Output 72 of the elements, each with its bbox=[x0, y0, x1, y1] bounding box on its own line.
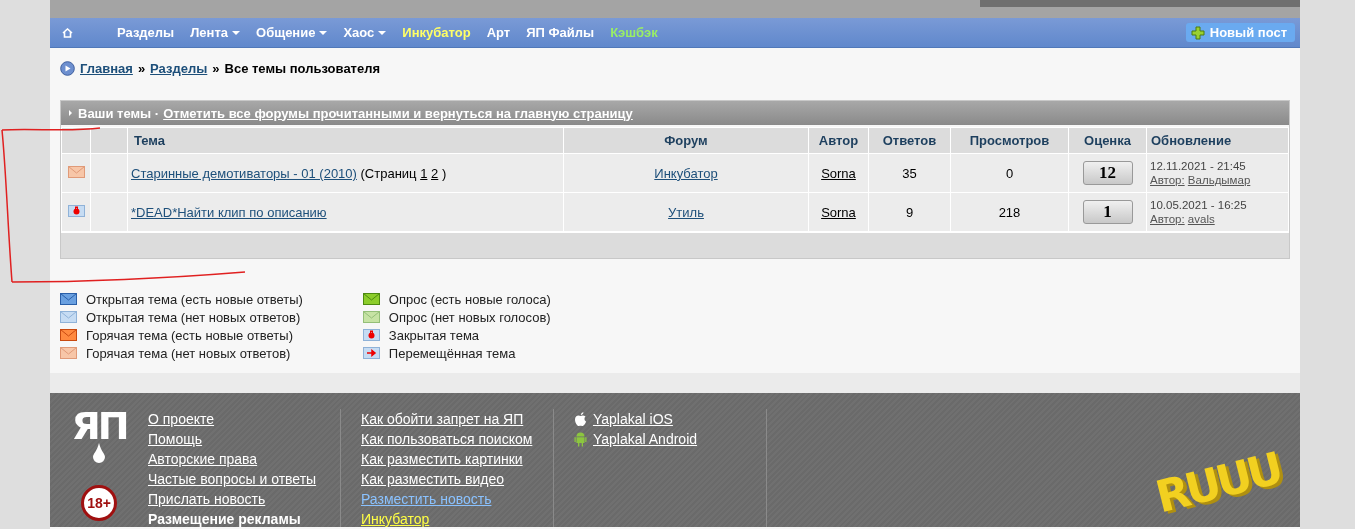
footer-link[interactable]: Yaplakal iOS bbox=[574, 409, 746, 429]
column-header: Форум bbox=[563, 127, 809, 154]
footer-link[interactable]: Авторские права bbox=[148, 449, 320, 469]
column-header: Автор bbox=[808, 127, 869, 154]
column-header: Ответов bbox=[868, 127, 951, 154]
forum-link[interactable]: Инкубатор bbox=[654, 165, 718, 181]
legend-label: Горячая тема (есть новые ответы) bbox=[86, 327, 293, 343]
page-link[interactable]: 1 bbox=[420, 165, 428, 181]
column-header: Оценка bbox=[1068, 127, 1147, 154]
nav-dropdown[interactable]: Хаос bbox=[343, 25, 387, 40]
topic-link[interactable]: *DEAD*Найти клип по описанию bbox=[131, 204, 327, 220]
android-icon bbox=[574, 431, 587, 447]
footer-link[interactable]: Как разместить видео bbox=[361, 469, 533, 489]
nav-link[interactable]: ЯП Файлы bbox=[526, 25, 595, 40]
age-rating-badge: 18+ bbox=[81, 485, 117, 521]
apple-icon bbox=[574, 411, 587, 427]
footer-link[interactable]: Размещение рекламы bbox=[148, 509, 320, 527]
forum-link[interactable]: Утиль bbox=[668, 204, 704, 220]
views-cell: 218 bbox=[950, 192, 1069, 232]
legend-label: Перемещённая тема bbox=[388, 345, 516, 361]
nav-dropdown[interactable]: Лента bbox=[190, 25, 240, 40]
breadcrumb-separator: » bbox=[137, 60, 146, 76]
rating-badge[interactable]: 1 bbox=[1082, 200, 1133, 224]
topic-link[interactable]: Старинные демотиваторы - 01 (2010) bbox=[131, 165, 357, 181]
footer-link[interactable]: Помощь bbox=[148, 429, 320, 449]
replies-cell: 9 bbox=[868, 192, 951, 232]
footer-link[interactable]: Частые вопросы и ответы bbox=[148, 469, 320, 489]
column-header: Обновление bbox=[1146, 127, 1289, 154]
legend-label: Опрос (нет новых голосов) bbox=[388, 309, 551, 325]
update-date: 10.05.2021 - 16:25 bbox=[1150, 198, 1248, 212]
pages-label: ) bbox=[441, 165, 447, 181]
site-logo[interactable]: ЯП bbox=[71, 409, 127, 443]
footer-link[interactable]: Yaplakal Android bbox=[574, 429, 746, 449]
last-author-label[interactable]: Автор: bbox=[1150, 174, 1185, 186]
drop-icon bbox=[92, 443, 106, 463]
play-icon bbox=[60, 60, 75, 76]
legend-label: Закрытая тема bbox=[388, 327, 480, 343]
breadcrumb-link[interactable]: Разделы bbox=[150, 60, 208, 76]
footer-link[interactable]: Прислать новость bbox=[148, 489, 320, 509]
legend-label: Опрос (есть новые голоса) bbox=[388, 291, 551, 307]
breadcrumb-current: Все темы пользователя bbox=[224, 60, 381, 76]
footer-link[interactable]: Как обойти запрет на ЯП bbox=[361, 409, 533, 429]
column-header: Просмотров bbox=[950, 127, 1069, 154]
footer-link[interactable]: Инкубатор bbox=[361, 509, 533, 527]
mark-read-link[interactable]: Отметить все форумы прочитанными и вернуться на главную страницу bbox=[163, 105, 633, 121]
nav-link[interactable]: Инкубатор bbox=[402, 25, 471, 40]
column-header: Тема bbox=[127, 127, 564, 154]
replies-cell: 35 bbox=[868, 153, 951, 193]
nav-link[interactable]: Разделы bbox=[117, 25, 175, 40]
footer-link[interactable]: О проекте bbox=[148, 409, 320, 429]
nav-dropdown[interactable]: Общение bbox=[256, 25, 328, 40]
legend-label: Открытая тема (нет новых ответов) bbox=[86, 309, 301, 325]
last-author-label[interactable]: Автор: bbox=[1150, 213, 1185, 225]
footer-link[interactable]: Разместить новость bbox=[361, 489, 533, 509]
corner-logo[interactable]: RUUU bbox=[1150, 442, 1285, 523]
plus-icon bbox=[1190, 25, 1205, 40]
last-author-link[interactable]: avals bbox=[1187, 213, 1215, 225]
page-link[interactable]: 2 bbox=[431, 165, 439, 181]
legend-label: Горячая тема (нет новых ответов) bbox=[86, 345, 291, 361]
last-author-link[interactable]: Вальдымар bbox=[1187, 174, 1251, 186]
rating-badge[interactable]: 12 bbox=[1082, 161, 1133, 185]
home-icon[interactable] bbox=[62, 27, 73, 38]
breadcrumb-separator: » bbox=[212, 60, 220, 76]
pages-label: (Страниц bbox=[360, 165, 417, 181]
footer-link[interactable]: Как пользоваться поиском bbox=[361, 429, 533, 449]
nav-link[interactable]: Арт bbox=[486, 25, 511, 40]
update-date: 12.11.2021 - 21:45 bbox=[1150, 159, 1247, 173]
views-cell: 0 bbox=[950, 153, 1069, 193]
footer-link[interactable]: Как разместить картинки bbox=[361, 449, 533, 469]
section-title: Ваши темы · bbox=[78, 105, 160, 121]
breadcrumb-link[interactable]: Главная bbox=[80, 60, 133, 76]
legend-label: Открытая тема (есть новые ответы) bbox=[86, 291, 303, 307]
